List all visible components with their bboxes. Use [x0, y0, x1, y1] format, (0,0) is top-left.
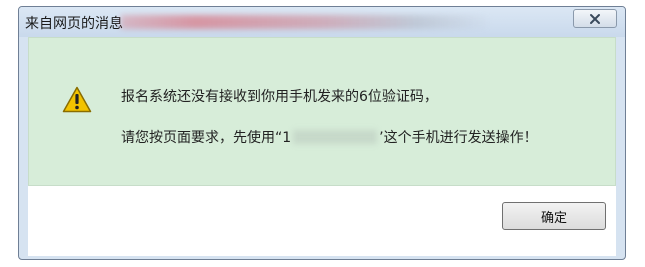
dialog-titlebar[interactable]: 来自网页的消息	[19, 7, 625, 37]
message-line-2-prefix: 请您按页面要求，先使用“1	[121, 130, 292, 146]
message-line-2: 请您按页面要求，先使用“1 ’这个手机进行发送操作！	[121, 127, 538, 147]
dialog-title: 来自网页的消息	[25, 16, 123, 32]
close-icon	[590, 13, 600, 24]
message-line-2-suffix: ’这个手机进行发送操作！	[379, 130, 538, 146]
blurred-title-info	[121, 15, 491, 29]
message-dialog: 来自网页的消息 报名系统还没有接收到你用手机发来的6位验证码， 请您按页面要求，…	[18, 6, 626, 260]
redacted-phone-number	[293, 130, 378, 144]
warning-icon	[62, 86, 92, 113]
ok-button[interactable]: 确定	[502, 202, 606, 230]
close-button[interactable]	[573, 9, 617, 28]
message-area: 报名系统还没有接收到你用手机发来的6位验证码， 请您按页面要求，先使用“1 ’这个…	[28, 37, 616, 186]
button-area: 确定	[28, 186, 616, 256]
message-line-1: 报名系统还没有接收到你用手机发来的6位验证码，	[121, 89, 438, 105]
